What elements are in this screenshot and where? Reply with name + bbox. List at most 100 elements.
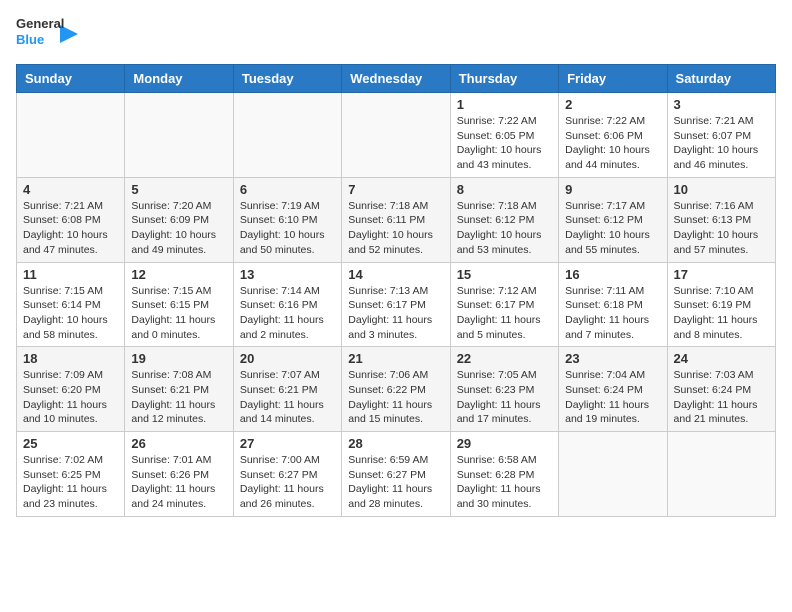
day-number: 9	[565, 182, 660, 197]
calendar-cell: 12 Sunrise: 7:15 AM Sunset: 6:15 PM Dayli…	[125, 262, 233, 347]
cell-content: Sunrise: 7:18 AM Sunset: 6:12 PM Dayligh…	[457, 199, 552, 258]
calendar-cell	[667, 432, 775, 517]
calendar-cell: 9Sunrise: 7:17 AM Sunset: 6:12 PM Daylig…	[559, 177, 667, 262]
calendar-cell: 2 Sunrise: 7:22 AM Sunset: 6:06 PM Daylig…	[559, 93, 667, 178]
day-number: 29	[457, 436, 552, 451]
calendar-table: SundayMondayTuesdayWednesdayThursdayFrid…	[16, 64, 776, 517]
calendar-cell: 27Sunrise: 7:00 AM Sunset: 6:27 PM Dayli…	[233, 432, 341, 517]
calendar-cell: 26Sunrise: 7:01 AM Sunset: 6:26 PM Dayli…	[125, 432, 233, 517]
calendar-cell: 17 Sunrise: 7:10 AM Sunset: 6:19 PM Dayli…	[667, 262, 775, 347]
calendar-cell: 13 Sunrise: 7:14 AM Sunset: 6:16 PM Dayli…	[233, 262, 341, 347]
cell-content: Sunrise: 7:16 AM Sunset: 6:13 PM Dayligh…	[674, 199, 769, 258]
calendar-cell	[233, 93, 341, 178]
day-number: 8	[457, 182, 552, 197]
calendar-week-1: 1 Sunrise: 7:22 AM Sunset: 6:05 PM Daylig…	[17, 93, 776, 178]
day-header-monday: Monday	[125, 65, 233, 93]
calendar-cell	[342, 93, 450, 178]
cell-content: Sunrise: 7:06 AM Sunset: 6:22 PM Dayligh…	[348, 368, 443, 427]
cell-content: Sunrise: 7:21 AM Sunset: 6:07 PM Dayligh…	[674, 114, 769, 173]
calendar-cell: 6Sunrise: 7:19 AM Sunset: 6:10 PM Daylig…	[233, 177, 341, 262]
cell-content: Sunrise: 7:15 AM Sunset: 6:15 PM Dayligh…	[131, 284, 226, 343]
day-header-saturday: Saturday	[667, 65, 775, 93]
logo-container: General Blue	[16, 16, 78, 52]
day-header-thursday: Thursday	[450, 65, 558, 93]
calendar-cell: 22Sunrise: 7:05 AM Sunset: 6:23 PM Dayli…	[450, 347, 558, 432]
day-number: 28	[348, 436, 443, 451]
calendar-cell	[559, 432, 667, 517]
day-number: 14	[348, 267, 443, 282]
logo-graphic: General Blue	[16, 16, 58, 52]
calendar-cell: 29 Sunrise: 6:58 AM Sunset: 6:28 PM Dayli…	[450, 432, 558, 517]
calendar-cell: 19 Sunrise: 7:08 AM Sunset: 6:21 PM Dayli…	[125, 347, 233, 432]
day-header-tuesday: Tuesday	[233, 65, 341, 93]
day-number: 4	[23, 182, 118, 197]
day-number: 23	[565, 351, 660, 366]
cell-content: Sunrise: 7:18 AM Sunset: 6:11 PM Dayligh…	[348, 199, 443, 258]
cell-content: Sunrise: 7:22 AM Sunset: 6:05 PM Dayligh…	[457, 114, 552, 173]
day-number: 13	[240, 267, 335, 282]
day-number: 25	[23, 436, 118, 451]
calendar-cell: 8 Sunrise: 7:18 AM Sunset: 6:12 PM Daylig…	[450, 177, 558, 262]
cell-content: Sunrise: 7:19 AM Sunset: 6:10 PM Dayligh…	[240, 199, 335, 258]
day-number: 2	[565, 97, 660, 112]
day-number: 10	[674, 182, 769, 197]
day-number: 18	[23, 351, 118, 366]
calendar-cell: 21Sunrise: 7:06 AM Sunset: 6:22 PM Dayli…	[342, 347, 450, 432]
logo-general: General	[16, 16, 58, 32]
calendar-cell: 3 Sunrise: 7:21 AM Sunset: 6:07 PM Daylig…	[667, 93, 775, 178]
day-number: 11	[23, 267, 118, 282]
cell-content: Sunrise: 7:13 AM Sunset: 6:17 PM Dayligh…	[348, 284, 443, 343]
calendar-header-row: SundayMondayTuesdayWednesdayThursdayFrid…	[17, 65, 776, 93]
calendar-cell: 15 Sunrise: 7:12 AM Sunset: 6:17 PM Dayli…	[450, 262, 558, 347]
calendar-cell: 23 Sunrise: 7:04 AM Sunset: 6:24 PM Dayli…	[559, 347, 667, 432]
cell-content: Sunrise: 7:12 AM Sunset: 6:17 PM Dayligh…	[457, 284, 552, 343]
cell-content: Sunrise: 7:07 AM Sunset: 6:21 PM Dayligh…	[240, 368, 335, 427]
cell-content: Sunrise: 7:08 AM Sunset: 6:21 PM Dayligh…	[131, 368, 226, 427]
cell-content: Sunrise: 7:10 AM Sunset: 6:19 PM Dayligh…	[674, 284, 769, 343]
day-number: 5	[131, 182, 226, 197]
day-number: 3	[674, 97, 769, 112]
cell-content: Sunrise: 7:20 AM Sunset: 6:09 PM Dayligh…	[131, 199, 226, 258]
cell-content: Sunrise: 6:58 AM Sunset: 6:28 PM Dayligh…	[457, 453, 552, 512]
day-number: 16	[565, 267, 660, 282]
calendar-cell: 25 Sunrise: 7:02 AM Sunset: 6:25 PM Dayli…	[17, 432, 125, 517]
calendar-cell: 11 Sunrise: 7:15 AM Sunset: 6:14 PM Dayli…	[17, 262, 125, 347]
day-number: 24	[674, 351, 769, 366]
calendar-cell	[17, 93, 125, 178]
cell-content: Sunrise: 7:04 AM Sunset: 6:24 PM Dayligh…	[565, 368, 660, 427]
day-number: 7	[348, 182, 443, 197]
calendar-cell: 10 Sunrise: 7:16 AM Sunset: 6:13 PM Dayli…	[667, 177, 775, 262]
calendar-week-3: 11 Sunrise: 7:15 AM Sunset: 6:14 PM Dayli…	[17, 262, 776, 347]
cell-content: Sunrise: 7:00 AM Sunset: 6:27 PM Dayligh…	[240, 453, 335, 512]
day-number: 15	[457, 267, 552, 282]
day-number: 12	[131, 267, 226, 282]
logo-blue: Blue	[16, 32, 58, 48]
cell-content: Sunrise: 7:09 AM Sunset: 6:20 PM Dayligh…	[23, 368, 118, 427]
cell-content: Sunrise: 7:22 AM Sunset: 6:06 PM Dayligh…	[565, 114, 660, 173]
calendar-cell: 28 Sunrise: 6:59 AM Sunset: 6:27 PM Dayli…	[342, 432, 450, 517]
cell-content: Sunrise: 7:21 AM Sunset: 6:08 PM Dayligh…	[23, 199, 118, 258]
calendar-week-5: 25 Sunrise: 7:02 AM Sunset: 6:25 PM Dayli…	[17, 432, 776, 517]
day-number: 19	[131, 351, 226, 366]
cell-content: Sunrise: 7:14 AM Sunset: 6:16 PM Dayligh…	[240, 284, 335, 343]
calendar-cell: 1 Sunrise: 7:22 AM Sunset: 6:05 PM Daylig…	[450, 93, 558, 178]
calendar-week-4: 18 Sunrise: 7:09 AM Sunset: 6:20 PM Dayli…	[17, 347, 776, 432]
calendar-cell: 5 Sunrise: 7:20 AM Sunset: 6:09 PM Daylig…	[125, 177, 233, 262]
cell-content: Sunrise: 7:02 AM Sunset: 6:25 PM Dayligh…	[23, 453, 118, 512]
day-number: 17	[674, 267, 769, 282]
cell-content: Sunrise: 7:15 AM Sunset: 6:14 PM Dayligh…	[23, 284, 118, 343]
cell-content: Sunrise: 6:59 AM Sunset: 6:27 PM Dayligh…	[348, 453, 443, 512]
day-header-sunday: Sunday	[17, 65, 125, 93]
calendar-cell: 24 Sunrise: 7:03 AM Sunset: 6:24 PM Dayli…	[667, 347, 775, 432]
day-header-friday: Friday	[559, 65, 667, 93]
day-number: 1	[457, 97, 552, 112]
day-number: 22	[457, 351, 552, 366]
day-number: 26	[131, 436, 226, 451]
day-header-wednesday: Wednesday	[342, 65, 450, 93]
calendar-cell: 7 Sunrise: 7:18 AM Sunset: 6:11 PM Daylig…	[342, 177, 450, 262]
page-header: General Blue	[16, 16, 776, 52]
calendar-week-2: 4 Sunrise: 7:21 AM Sunset: 6:08 PM Daylig…	[17, 177, 776, 262]
cell-content: Sunrise: 7:03 AM Sunset: 6:24 PM Dayligh…	[674, 368, 769, 427]
cell-content: Sunrise: 7:11 AM Sunset: 6:18 PM Dayligh…	[565, 284, 660, 343]
calendar-cell: 16 Sunrise: 7:11 AM Sunset: 6:18 PM Dayli…	[559, 262, 667, 347]
